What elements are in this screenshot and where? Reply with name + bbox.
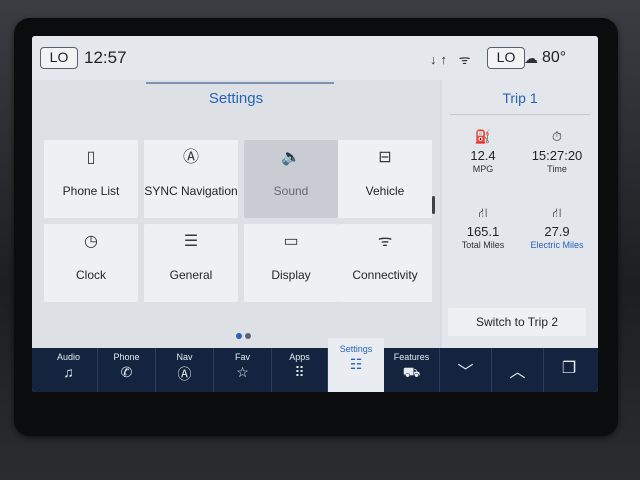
- stat-label: Electric Miles: [530, 240, 584, 250]
- nav-label: Phone: [113, 352, 140, 362]
- tile-general[interactable]: ☰ General: [144, 224, 238, 302]
- stat-electric-miles: ⛙ 27.9 Electric Miles: [522, 204, 592, 250]
- trip-divider: [450, 114, 590, 115]
- stat-label: MPG: [472, 164, 494, 174]
- nav-settings[interactable]: Settings ☷: [328, 338, 384, 392]
- stat-value: 12.4: [470, 148, 496, 163]
- tile-label: Clock: [75, 268, 106, 282]
- nav-phone[interactable]: Phone ✆: [98, 348, 156, 392]
- fuel-icon: ⛽: [474, 129, 492, 144]
- page-dot-active[interactable]: [236, 333, 242, 339]
- tile-phone-list[interactable]: ▯ Phone List: [44, 140, 138, 218]
- tile-label: Connectivity: [352, 268, 418, 282]
- title-underline: [146, 82, 334, 84]
- tile-clock[interactable]: ◷ Clock: [44, 224, 138, 302]
- speaker-icon: 🔈: [281, 149, 301, 166]
- nav-favorites[interactable]: Fav ☆: [214, 348, 272, 392]
- stat-value: 27.9: [544, 224, 570, 239]
- tile-label: Vehicle: [365, 184, 405, 198]
- left-climate-lo-button[interactable]: LO: [40, 47, 78, 69]
- page-title: Settings: [208, 90, 264, 107]
- vehicle-settings-icon: ⊟: [378, 149, 392, 166]
- infotainment-screen: LO 12:57 ↓↑ ᯤ LO ☁ 80° Settings ▯ Phone …: [32, 36, 598, 392]
- page-indicator: [236, 326, 254, 344]
- nav-navigation[interactable]: Nav Ⓐ: [156, 348, 214, 392]
- trip-panel: Trip 1 ⛽ 12.4 MPG ⏱ 15:27:20 Time ⛙ 165.…: [442, 80, 598, 348]
- tile-label: General: [169, 268, 213, 282]
- weather-icon: ☁: [524, 50, 538, 66]
- nav-label: Features: [393, 352, 430, 362]
- nav-label: Settings: [339, 344, 373, 354]
- scroll-up-button[interactable]: ︿: [492, 348, 544, 392]
- stopwatch-icon: ⏱: [551, 129, 563, 144]
- nav-label: Fav: [234, 352, 250, 362]
- tile-label: Display: [271, 268, 311, 282]
- road-icon: ⛙: [478, 205, 488, 220]
- nav-features[interactable]: Features ⛟: [384, 348, 440, 392]
- clock-time: 12:57: [84, 48, 127, 67]
- stat-value: 165.1: [466, 224, 500, 239]
- stat-time: ⏱ 15:27:20 Time: [522, 128, 592, 174]
- nav-label: Apps: [289, 352, 310, 362]
- trip-title: Trip 1: [502, 90, 538, 106]
- copy-windows-icon: ❐: [561, 360, 577, 377]
- switch-trip-button[interactable]: Switch to Trip 2: [448, 308, 586, 336]
- tile-label: SYNC Navigation: [144, 184, 238, 198]
- wifi-icon: ᯤ: [377, 233, 393, 250]
- phone-icon: ✆: [120, 364, 133, 380]
- nav-label: Audio: [56, 352, 81, 362]
- chevron-up-icon: ︿: [509, 364, 526, 381]
- star-icon: ☆: [236, 364, 249, 380]
- scroll-indicator[interactable]: [432, 196, 435, 214]
- navigation-icon: Ⓐ: [177, 366, 192, 382]
- stat-label: Time: [547, 164, 567, 174]
- outside-temperature: 80°: [542, 49, 567, 66]
- tile-sound[interactable]: 🔈 Sound: [244, 140, 338, 218]
- truck-icon: ⛟: [402, 364, 421, 380]
- tile-vehicle[interactable]: ⊟ Vehicle: [338, 140, 432, 218]
- clock-icon: ◷: [84, 233, 98, 250]
- bottom-nav-bar: Audio ♫ Phone ✆ Nav Ⓐ Fav ☆ Apps ⠿ Setti…: [32, 338, 598, 392]
- scroll-down-button[interactable]: ﹀: [440, 348, 492, 392]
- chevron-down-icon: ﹀: [457, 364, 474, 381]
- stat-label: Total Miles: [461, 240, 505, 250]
- settings-panel: Settings ▯ Phone List Ⓐ SYNC Navigation …: [32, 80, 440, 348]
- tile-sync-navigation[interactable]: Ⓐ SYNC Navigation: [144, 140, 238, 218]
- multitask-button[interactable]: ❐: [544, 348, 594, 392]
- tile-connectivity[interactable]: ᯤ Connectivity: [338, 224, 432, 302]
- stat-value: 15:27:20: [531, 148, 583, 163]
- status-bar: LO 12:57 ↓↑ ᯤ LO ☁ 80°: [32, 36, 598, 80]
- navigation-icon: Ⓐ: [182, 149, 199, 166]
- nav-audio[interactable]: Audio ♫: [40, 348, 98, 392]
- page-dot[interactable]: [245, 333, 251, 339]
- tile-display[interactable]: ▭ Display: [244, 224, 338, 302]
- right-climate-lo-button[interactable]: LO: [487, 47, 525, 69]
- electric-road-icon: ⛙: [552, 205, 562, 220]
- apps-grid-icon: ⠿: [294, 364, 305, 380]
- settings-sliders-icon: ☷: [349, 356, 363, 372]
- tile-label: Phone List: [62, 184, 120, 198]
- nav-label: Nav: [176, 352, 193, 362]
- signal-status-icon: ↓↑ ᯤ: [430, 52, 475, 67]
- stat-mpg: ⛽ 12.4 MPG: [448, 128, 518, 174]
- stat-total-miles: ⛙ 165.1 Total Miles: [448, 204, 518, 250]
- phone-list-icon: ▯: [86, 149, 96, 166]
- tile-label: Sound: [273, 184, 309, 198]
- sliders-icon: ☰: [183, 233, 199, 250]
- nav-apps[interactable]: Apps ⠿: [272, 348, 328, 392]
- display-icon: ▭: [283, 233, 299, 250]
- music-note-icon: ♫: [63, 364, 74, 380]
